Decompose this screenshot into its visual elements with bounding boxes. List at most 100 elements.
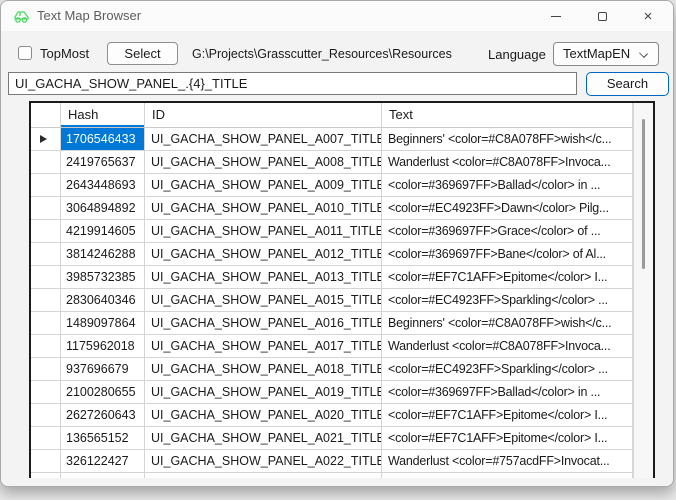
grid-corner-header[interactable] (31, 103, 61, 128)
row-header-cell[interactable] (31, 450, 61, 473)
cell-id[interactable]: UI_GACHA_SHOW_PANEL_A020_TITLE (145, 404, 382, 427)
search-input[interactable] (8, 72, 577, 95)
minimize-icon[interactable] (533, 1, 579, 31)
close-icon[interactable]: × (625, 1, 671, 31)
column-header-hash-label: Hash (68, 107, 98, 122)
row-header-cell[interactable] (31, 220, 61, 243)
cell-id[interactable]: UI_GACHA_SHOW_PANEL_A015_TITLE (145, 289, 382, 312)
caption-buttons: × (533, 1, 671, 31)
cell-text[interactable]: Wanderlust <color=#C8A078FF>Invoca... (382, 335, 633, 358)
cell-id[interactable]: UI_GACHA_SHOW_PANEL_A007_TITLE (145, 128, 382, 151)
cell-id[interactable]: UI_GACHA_SHOW_PANEL_A008_TITLE (145, 151, 382, 174)
cell-id[interactable]: UI_GACHA_SHOW_PANEL_A019_TITLE (145, 381, 382, 404)
cell-text[interactable]: <color=#EC4923FF>Sparkling</color> ... (382, 289, 633, 312)
row-header-cell[interactable] (31, 128, 61, 151)
cell-text[interactable]: <color=#EF7C1AFF>Epitome</color> I... (382, 404, 633, 427)
row-header-cell[interactable] (31, 358, 61, 381)
cell-hash[interactable]: 937696679 (61, 358, 145, 381)
vertical-scrollbar[interactable] (633, 103, 653, 478)
cell-text[interactable]: Wanderlust <color=#C8A078FF>Invoca... (382, 151, 633, 174)
row-header-cell[interactable] (31, 404, 61, 427)
table-row[interactable]: 3814246288 UI_GACHA_SHOW_PANEL_A012_TITL… (31, 243, 633, 266)
row-header-cell[interactable] (31, 174, 61, 197)
cell-hash[interactable]: 326122427 (61, 450, 145, 473)
table-row[interactable]: 136565152 UI_GACHA_SHOW_PANEL_A021_TITLE… (31, 427, 633, 450)
cell-id[interactable]: UI_GACHA_SHOW_PANEL_A010_TITLE (145, 197, 382, 220)
resources-path: G:\Projects\Grasscutter_Resources\Resour… (192, 47, 452, 61)
cell-text[interactable]: <color=#EC4923FF>Sparkling</color> ... (382, 358, 633, 381)
table-row[interactable]: 4219914605 UI_GACHA_SHOW_PANEL_A011_TITL… (31, 220, 633, 243)
cell-hash[interactable]: 2419765637 (61, 151, 145, 174)
cell-id[interactable]: UI_GACHA_SHOW_PANEL_A016_TITLE (145, 312, 382, 335)
cell-text[interactable]: <color=#EF7C1AFF>Epitome</color> I... (382, 266, 633, 289)
cell-text[interactable]: <color=#369697FF>Bane</color> of Al... (382, 243, 633, 266)
table-row[interactable]: 937696679 UI_GACHA_SHOW_PANEL_A018_TITLE… (31, 358, 633, 381)
cell-hash[interactable]: 3814246288 (61, 243, 145, 266)
cell-id[interactable]: UI_GACHA_SHOW_PANEL_A009_TITLE (145, 174, 382, 197)
table-row[interactable]: 2830640346 UI_GACHA_SHOW_PANEL_A015_TITL… (31, 289, 633, 312)
table-row[interactable]: 2100280655 UI_GACHA_SHOW_PANEL_A019_TITL… (31, 381, 633, 404)
cell-hash[interactable]: 2643448693 (61, 174, 145, 197)
cell-hash[interactable]: 1706546433 (61, 128, 145, 151)
cell-id[interactable]: UI_GACHA_SHOW_PANEL_A012_TITLE (145, 243, 382, 266)
maximize-icon[interactable] (579, 1, 625, 31)
column-header-id[interactable]: ID (145, 103, 382, 128)
column-header-id-label: ID (152, 107, 165, 122)
language-select[interactable]: TextMapEN (553, 42, 659, 66)
row-header-cell[interactable] (31, 243, 61, 266)
cell-hash[interactable]: 136565152 (61, 427, 145, 450)
cell-hash[interactable]: 2627260643 (61, 404, 145, 427)
cell-id[interactable]: UI_GACHA_SHOW_PANEL_A021_TITLE (145, 427, 382, 450)
cell-text[interactable]: <color=#369697FF>Ballad</color> in ... (382, 174, 633, 197)
cell-hash[interactable]: 1489097864 (61, 312, 145, 335)
cell-id[interactable]: UI_GACHA_SHOW_PANEL_A013_TITLE (145, 266, 382, 289)
cell-text[interactable]: Beginners' <color=#C8A078FF>wish</c... (382, 128, 633, 151)
row-header-cell[interactable] (31, 335, 61, 358)
table-row[interactable]: 2643448693 UI_GACHA_SHOW_PANEL_A009_TITL… (31, 174, 633, 197)
topmost-checkbox[interactable] (18, 46, 32, 60)
row-header-cell[interactable] (31, 266, 61, 289)
cell-text[interactable]: <color=#369697FF>Grace</color> of ... (382, 220, 633, 243)
cell-hash[interactable]: 1175962018 (61, 335, 145, 358)
row-header-cell[interactable] (31, 151, 61, 174)
cell-text[interactable]: <color=#EC4923FF>Dawn</color> Pilg... (382, 197, 633, 220)
select-button[interactable]: Select (107, 42, 178, 65)
hash-column-accent (61, 125, 144, 127)
cell-text[interactable]: Wanderlust <color=#757acdFF>Invocat... (382, 450, 633, 473)
cell-hash[interactable]: 2100280655 (61, 381, 145, 404)
row-header-cell[interactable] (31, 427, 61, 450)
cell-id[interactable]: UI_GACHA_SHOW_PANEL_A011_TITLE (145, 220, 382, 243)
cell-text[interactable]: <color=#EF7C1AFF>Epitome</color> I... (382, 427, 633, 450)
cell-id[interactable]: UI_GACHA_SHOW_PANEL_A017_TITLE (145, 335, 382, 358)
table-row[interactable]: 3985732385 UI_GACHA_SHOW_PANEL_A013_TITL… (31, 266, 633, 289)
cell-text[interactable]: <color=#369697FF>Ballad</color> in ... (382, 381, 633, 404)
column-header-hash[interactable]: Hash (61, 103, 145, 128)
cell-hash[interactable]: 4219914605 (61, 220, 145, 243)
search-button[interactable]: Search (586, 72, 669, 96)
table-row[interactable]: 326122427 UI_GACHA_SHOW_PANEL_A022_TITLE… (31, 450, 633, 473)
row-header-cell[interactable] (31, 197, 61, 220)
row-header-cell[interactable] (31, 381, 61, 404)
row-selector-arrow-icon (40, 135, 47, 143)
topmost-label[interactable]: TopMost (40, 46, 89, 61)
cell-hash[interactable]: 3985732385 (61, 266, 145, 289)
table-row[interactable]: 1489097864 UI_GACHA_SHOW_PANEL_A016_TITL… (31, 312, 633, 335)
results-grid: Hash ID Text 1706546433 UI_GACHA_SHOW_PA… (29, 101, 655, 480)
grid-rows: 1706546433 UI_GACHA_SHOW_PANEL_A007_TITL… (31, 128, 633, 478)
cell-hash[interactable]: 2830640346 (61, 289, 145, 312)
app-window: Text Map Browser × TopMost Select G:\Pro… (0, 0, 674, 487)
cell-text[interactable]: Beginners' <color=#C8A078FF>wish</c... (382, 312, 633, 335)
table-row[interactable]: 3064894892 UI_GACHA_SHOW_PANEL_A010_TITL… (31, 197, 633, 220)
row-header-cell[interactable] (31, 312, 61, 335)
table-row[interactable]: 2627260643 UI_GACHA_SHOW_PANEL_A020_TITL… (31, 404, 633, 427)
row-header-cell[interactable] (31, 289, 61, 312)
cell-id[interactable]: UI_GACHA_SHOW_PANEL_A018_TITLE (145, 358, 382, 381)
table-row[interactable]: 2419765637 UI_GACHA_SHOW_PANEL_A008_TITL… (31, 151, 633, 174)
cell-id[interactable]: UI_GACHA_SHOW_PANEL_A022_TITLE (145, 450, 382, 473)
cell-hash[interactable]: 3064894892 (61, 197, 145, 220)
table-row[interactable]: 1706546433 UI_GACHA_SHOW_PANEL_A007_TITL… (31, 128, 633, 151)
table-row[interactable]: 1175962018 UI_GACHA_SHOW_PANEL_A017_TITL… (31, 335, 633, 358)
scrollbar-thumb[interactable] (642, 119, 645, 269)
column-header-text[interactable]: Text (382, 103, 633, 128)
chevron-down-icon (639, 49, 648, 58)
